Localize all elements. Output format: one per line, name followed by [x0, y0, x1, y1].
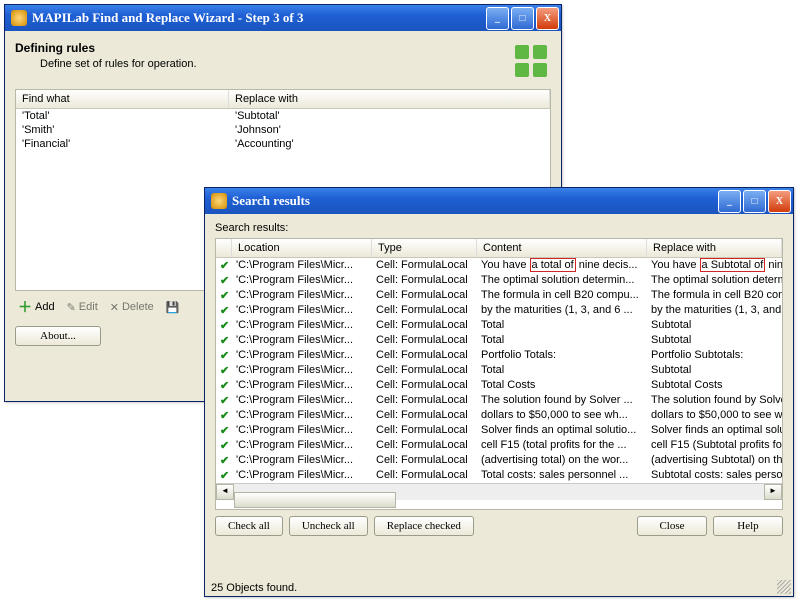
results-row[interactable]: ✔'C:\Program Files\Micr...Cell: FormulaL…: [216, 468, 782, 483]
uncheck-all-button[interactable]: Uncheck all: [289, 516, 368, 536]
check-icon[interactable]: ✔: [216, 258, 232, 273]
app-icon: [11, 10, 27, 26]
edit-button[interactable]: ✎Edit: [64, 300, 101, 315]
maximize-button[interactable]: □: [511, 7, 534, 30]
horizontal-scrollbar[interactable]: ◄ ►: [216, 483, 782, 500]
col-replace[interactable]: Replace with: [647, 239, 782, 257]
results-label: Search results:: [215, 222, 783, 234]
wizard-titlebar[interactable]: MAPILab Find and Replace Wizard - Step 3…: [5, 5, 561, 31]
wizard-title: MAPILab Find and Replace Wizard - Step 3…: [32, 10, 486, 26]
rules-row[interactable]: 'Financial''Accounting': [16, 137, 550, 151]
floppy-icon: 💾: [166, 301, 180, 314]
close-button[interactable]: X: [536, 7, 559, 30]
about-button[interactable]: About...: [15, 326, 101, 346]
results-row[interactable]: ✔'C:\Program Files\Micr...Cell: FormulaL…: [216, 333, 782, 348]
results-title: Search results: [232, 193, 718, 209]
check-icon[interactable]: ✔: [216, 363, 232, 378]
replace-checked-button[interactable]: Replace checked: [374, 516, 474, 536]
app-icon: [211, 193, 227, 209]
delete-button[interactable]: ✕Delete: [107, 300, 157, 315]
save-button[interactable]: 💾: [163, 300, 183, 315]
results-titlebar[interactable]: Search results _ □ X: [205, 188, 793, 214]
results-row[interactable]: ✔'C:\Program Files\Micr...Cell: FormulaL…: [216, 378, 782, 393]
status-text: 25 Objects found.: [211, 582, 297, 594]
minimize-button[interactable]: _: [486, 7, 509, 30]
scroll-thumb[interactable]: [234, 492, 396, 508]
col-replace[interactable]: Replace with: [229, 90, 550, 108]
check-icon[interactable]: ✔: [216, 288, 232, 303]
col-content[interactable]: Content: [477, 239, 647, 257]
results-row[interactable]: ✔'C:\Program Files\Micr...Cell: FormulaL…: [216, 423, 782, 438]
close-dialog-button[interactable]: Close: [637, 516, 707, 536]
results-row[interactable]: ✔'C:\Program Files\Micr...Cell: FormulaL…: [216, 258, 782, 273]
results-row[interactable]: ✔'C:\Program Files\Micr...Cell: FormulaL…: [216, 438, 782, 453]
scroll-right-icon[interactable]: ►: [764, 484, 782, 500]
results-row[interactable]: ✔'C:\Program Files\Micr...Cell: FormulaL…: [216, 393, 782, 408]
check-icon[interactable]: ✔: [216, 303, 232, 318]
check-icon[interactable]: ✔: [216, 438, 232, 453]
check-icon[interactable]: ✔: [216, 468, 232, 483]
check-icon[interactable]: ✔: [216, 333, 232, 348]
maximize-button[interactable]: □: [743, 190, 766, 213]
add-button[interactable]: ＋Add: [15, 296, 58, 318]
results-window: Search results _ □ X Search results: Loc…: [204, 187, 794, 597]
resize-grip-icon[interactable]: [777, 580, 791, 594]
results-row[interactable]: ✔'C:\Program Files\Micr...Cell: FormulaL…: [216, 453, 782, 468]
help-button[interactable]: Help: [713, 516, 783, 536]
rules-row[interactable]: 'Smith''Johnson': [16, 123, 550, 137]
check-icon[interactable]: ✔: [216, 273, 232, 288]
delete-icon: ✕: [110, 301, 119, 314]
results-row[interactable]: ✔'C:\Program Files\Micr...Cell: FormulaL…: [216, 348, 782, 363]
results-row[interactable]: ✔'C:\Program Files\Micr...Cell: FormulaL…: [216, 303, 782, 318]
check-icon[interactable]: ✔: [216, 453, 232, 468]
results-row[interactable]: ✔'C:\Program Files\Micr...Cell: FormulaL…: [216, 408, 782, 423]
results-row[interactable]: ✔'C:\Program Files\Micr...Cell: FormulaL…: [216, 288, 782, 303]
col-type[interactable]: Type: [372, 239, 477, 257]
check-all-button[interactable]: Check all: [215, 516, 283, 536]
check-icon[interactable]: ✔: [216, 423, 232, 438]
results-row[interactable]: ✔'C:\Program Files\Micr...Cell: FormulaL…: [216, 363, 782, 378]
check-icon[interactable]: ✔: [216, 378, 232, 393]
check-icon[interactable]: ✔: [216, 393, 232, 408]
results-row[interactable]: ✔'C:\Program Files\Micr...Cell: FormulaL…: [216, 273, 782, 288]
rules-row[interactable]: 'Total''Subtotal': [16, 109, 550, 123]
check-icon[interactable]: ✔: [216, 408, 232, 423]
check-icon[interactable]: ✔: [216, 318, 232, 333]
col-location[interactable]: Location: [232, 239, 372, 257]
results-row[interactable]: ✔'C:\Program Files\Micr...Cell: FormulaL…: [216, 318, 782, 333]
page-subheading: Define set of rules for operation.: [40, 58, 197, 70]
col-find[interactable]: Find what: [16, 90, 229, 108]
wizard-logo-icon: [511, 41, 551, 81]
pencil-icon: ✎: [67, 301, 76, 314]
page-heading: Defining rules: [15, 41, 197, 55]
minimize-button[interactable]: _: [718, 190, 741, 213]
plus-icon: ＋: [18, 297, 32, 317]
results-list[interactable]: Location Type Content Replace with ✔'C:\…: [215, 238, 783, 510]
close-button[interactable]: X: [768, 190, 791, 213]
check-icon[interactable]: ✔: [216, 348, 232, 363]
scroll-left-icon[interactable]: ◄: [216, 484, 234, 500]
